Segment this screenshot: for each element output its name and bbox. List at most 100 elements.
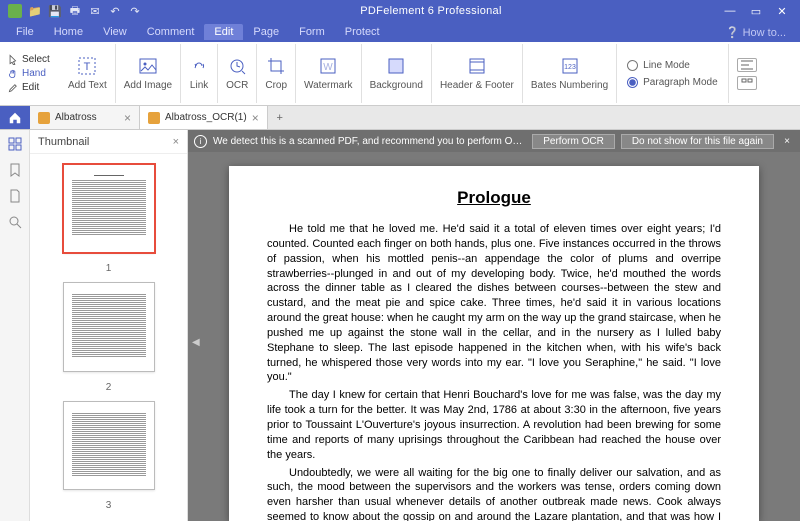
thumbnail-list[interactable]: 1 2 3 (30, 154, 187, 521)
hand-tool[interactable]: Hand (6, 67, 60, 80)
link-label: Link (190, 80, 208, 91)
page-thumb-2[interactable] (63, 282, 155, 371)
dismiss-ocr-button[interactable]: Do not show for this file again (621, 134, 774, 149)
close-bar-icon[interactable]: × (780, 136, 794, 147)
menu-form[interactable]: Form (289, 24, 335, 40)
background-button[interactable]: Background (362, 44, 432, 103)
help-label: How to... (743, 27, 786, 39)
attachment-icon[interactable] (7, 188, 23, 204)
add-image-button[interactable]: Add Image (116, 44, 181, 103)
document-area: i We detect this is a scanned PDF, and r… (188, 130, 800, 521)
page-number: 3 (106, 500, 112, 511)
add-tab-button[interactable]: + (268, 106, 292, 129)
hand-label: Hand (22, 68, 46, 79)
help-link[interactable]: ❔ How to... (726, 26, 786, 39)
bates-icon: 123 (560, 56, 580, 76)
crop-label: Crop (265, 80, 287, 91)
edit-label: Edit (22, 82, 39, 93)
bates-button[interactable]: 123Bates Numbering (523, 44, 617, 103)
save-icon[interactable]: 💾 (48, 4, 62, 18)
ribbon: Select Hand Edit TAdd Text Add Image Lin… (0, 42, 800, 106)
bookmark-icon[interactable] (7, 162, 23, 178)
app-title: PDFelement 6 Professional (142, 5, 720, 17)
info-icon: i (194, 135, 207, 148)
tab-label: Albatross_OCR(1) (165, 112, 247, 123)
menu-page[interactable]: Page (243, 24, 289, 40)
menu-bar: File Home View Comment Edit Page Form Pr… (0, 22, 800, 42)
svg-text:W: W (324, 62, 334, 73)
menu-view[interactable]: View (93, 24, 137, 40)
watermark-button[interactable]: W Watermark (296, 44, 362, 103)
body-paragraph: He told me that he loved me. He'd said i… (267, 222, 721, 385)
ocr-icon (227, 56, 247, 76)
minimize-button[interactable]: — (720, 5, 740, 18)
paragraph-mode-radio[interactable]: Paragraph Mode (627, 77, 718, 88)
ocr-notification-bar: i We detect this is a scanned PDF, and r… (188, 130, 800, 152)
app-icon (8, 4, 22, 18)
panel-close-icon[interactable]: × (173, 136, 179, 148)
page-heading: Prologue (267, 188, 721, 208)
title-bar: 📁 💾 🖶 ✉ ↶ ↷ PDFelement 6 Professional — … (0, 0, 800, 22)
work-area: Thumbnail × 1 2 3 i We detect this is a s… (0, 130, 800, 521)
mail-icon[interactable]: ✉ (88, 4, 102, 18)
document-viewport[interactable]: ◀ Prologue He told me that he loved me. … (188, 152, 800, 521)
tab-albatross-ocr[interactable]: Albatross_OCR(1) × (140, 106, 268, 129)
menu-home[interactable]: Home (44, 24, 93, 40)
menu-edit[interactable]: Edit (204, 24, 243, 40)
select-tool[interactable]: Select (6, 53, 60, 66)
edit-tool[interactable]: Edit (6, 81, 60, 94)
prev-page-arrow[interactable]: ◀ (192, 337, 200, 348)
document-tabs: Albatross× Albatross_OCR(1) × + (0, 106, 800, 130)
ocr-message: We detect this is a scanned PDF, and rec… (213, 136, 526, 147)
start-tab[interactable] (0, 106, 30, 129)
line-mode-label: Line Mode (643, 60, 690, 71)
header-footer-button[interactable]: Header & Footer (432, 44, 523, 103)
tab-close-icon[interactable]: × (124, 111, 131, 125)
body-paragraph: Undoubtedly, we were all waiting for the… (267, 466, 721, 521)
maximize-button[interactable]: ▭ (746, 5, 766, 18)
thumbnail-header: Thumbnail × (30, 130, 187, 154)
image-icon (138, 56, 158, 76)
thumbnail-panel: Thumbnail × 1 2 3 (30, 130, 188, 521)
svg-text:123: 123 (564, 64, 576, 71)
close-button[interactable]: ✕ (772, 5, 792, 18)
edit-tools: Select Hand Edit (0, 44, 60, 103)
crop-button[interactable]: Crop (257, 44, 296, 103)
menu-file[interactable]: File (6, 24, 44, 40)
open-icon[interactable]: 📁 (28, 4, 42, 18)
watermark-label: Watermark (304, 80, 353, 91)
menu-comment[interactable]: Comment (137, 24, 205, 40)
thumbnail-title: Thumbnail (38, 136, 89, 148)
header-footer-label: Header & Footer (440, 80, 514, 91)
thumbnails-icon[interactable] (7, 136, 23, 152)
perform-ocr-button[interactable]: Perform OCR (532, 134, 615, 149)
tab-albatross[interactable]: Albatross× (30, 106, 140, 129)
edit-mode-group: Line Mode Paragraph Mode (617, 44, 729, 103)
add-image-label: Add Image (124, 80, 172, 91)
line-mode-radio[interactable]: Line Mode (627, 60, 718, 71)
page-thumb-1[interactable] (63, 164, 155, 253)
tab-close-icon[interactable]: × (252, 111, 259, 125)
search-icon[interactable] (7, 214, 23, 230)
body-paragraph: The day I knew for certain that Henri Bo… (267, 388, 721, 462)
undo-icon[interactable]: ↶ (108, 4, 122, 18)
svg-text:T: T (84, 61, 91, 73)
page-number: 2 (106, 382, 112, 393)
print-icon[interactable]: 🖶 (68, 4, 82, 18)
watermark-icon: W (318, 56, 338, 76)
ocr-button[interactable]: OCR (218, 44, 257, 103)
redo-icon[interactable]: ↷ (128, 4, 142, 18)
link-icon (189, 56, 209, 76)
menu-protect[interactable]: Protect (335, 24, 390, 40)
add-text-button[interactable]: TAdd Text (60, 44, 116, 103)
crop-icon (266, 56, 286, 76)
quick-access-toolbar: 📁 💾 🖶 ✉ ↶ ↷ (28, 4, 142, 18)
page-thumb-3[interactable] (63, 401, 155, 490)
pdf-page: Prologue He told me that he loved me. He… (229, 166, 759, 521)
align-option[interactable] (737, 58, 757, 72)
link-button[interactable]: Link (181, 44, 218, 103)
window-controls: — ▭ ✕ (720, 5, 792, 18)
more-option[interactable] (737, 76, 757, 90)
background-icon (386, 56, 406, 76)
ocr-label: OCR (226, 80, 248, 91)
